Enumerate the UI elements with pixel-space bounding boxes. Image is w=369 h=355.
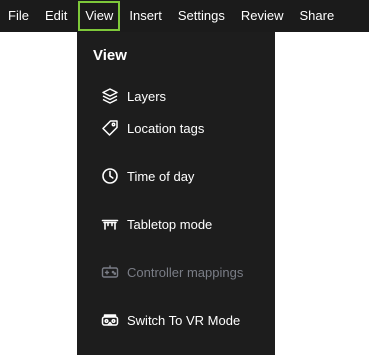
menu-item-switch-to-vr-mode[interactable]: Switch To VR Mode <box>101 309 240 331</box>
view-dropdown-menu: View Layers Location tags Time of day Ta… <box>77 32 275 355</box>
menu-item-layers[interactable]: Layers <box>101 85 166 107</box>
menu-item-label: Time of day <box>127 168 195 184</box>
menu-item-location-tags[interactable]: Location tags <box>101 117 204 139</box>
menu-settings[interactable]: Settings <box>170 0 233 32</box>
menu-item-label: Layers <box>127 88 167 104</box>
controller-icon <box>101 263 119 281</box>
menu-view[interactable]: View <box>77 0 121 32</box>
menu-share[interactable]: Share <box>291 0 342 32</box>
menu-item-label: Tabletop mode <box>127 216 213 232</box>
clock-icon <box>101 167 119 185</box>
menu-edit[interactable]: Edit <box>37 0 75 32</box>
layers-icon <box>101 87 119 105</box>
table-icon <box>101 215 119 233</box>
menu-item-time-of-day[interactable]: Time of day <box>101 165 194 187</box>
menu-item-label: Switch To VR Mode <box>127 312 241 328</box>
menu-item-label: Location tags <box>127 120 205 136</box>
vr-headset-icon <box>101 311 119 329</box>
menu-item-label: Controller mappings <box>127 264 244 280</box>
menu-item-controller-mappings: Controller mappings <box>101 261 243 283</box>
tag-icon <box>101 119 119 137</box>
menu-bar: File Edit View Insert Settings Review Sh… <box>0 0 369 32</box>
menu-item-tabletop-mode[interactable]: Tabletop mode <box>101 213 212 235</box>
menu-file[interactable]: File <box>0 0 37 32</box>
menu-title: View <box>93 47 127 64</box>
menu-review[interactable]: Review <box>233 0 292 32</box>
menu-insert[interactable]: Insert <box>121 0 170 32</box>
